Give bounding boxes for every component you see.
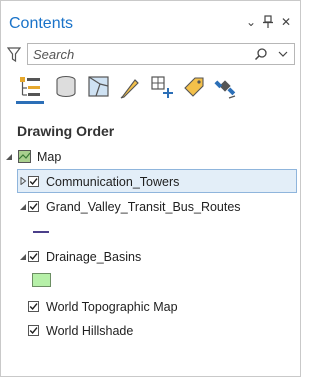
- collapse-toggle[interactable]: [19, 203, 27, 211]
- layer-label[interactable]: Drainage_Basins: [46, 250, 141, 264]
- pane-title-bar: Contents ⌄ ✕: [1, 1, 300, 39]
- expand-collapse-toggle[interactable]: [5, 153, 13, 161]
- pin-button[interactable]: [261, 15, 275, 32]
- list-by-drawing-order-icon[interactable]: [17, 74, 43, 100]
- layer-label[interactable]: Communication_Towers: [46, 175, 179, 189]
- layer-label[interactable]: World Hillshade: [46, 324, 133, 338]
- filter-icon[interactable]: [7, 46, 21, 64]
- search-input[interactable]: [33, 46, 233, 62]
- section-title: Drawing Order: [17, 123, 115, 139]
- map-icon: [18, 150, 31, 163]
- layer-visibility-checkbox[interactable]: [28, 251, 39, 262]
- options-menu-button[interactable]: ⌄: [244, 15, 258, 29]
- list-by-snapping-icon[interactable]: [149, 74, 175, 100]
- list-by-data-source-icon[interactable]: [53, 74, 79, 100]
- pane-title: Contents: [9, 15, 74, 32]
- check-icon: [29, 253, 38, 261]
- layer-visibility-checkbox[interactable]: [28, 201, 39, 212]
- list-by-selection-icon[interactable]: [86, 74, 112, 100]
- check-icon: [29, 203, 38, 211]
- pin-icon: [263, 15, 273, 28]
- contents-pane: Contents ⌄ ✕ Search Drawing Order Map Co…: [0, 0, 301, 377]
- list-by-editing-icon[interactable]: [117, 74, 143, 100]
- close-button[interactable]: ✕: [279, 15, 293, 29]
- line-symbol[interactable]: [33, 231, 49, 233]
- collapse-toggle[interactable]: [19, 253, 27, 261]
- layer-visibility-checkbox[interactable]: [28, 325, 39, 336]
- polygon-symbol[interactable]: [32, 273, 51, 287]
- search-icon[interactable]: [254, 47, 268, 61]
- list-by-labeling-icon[interactable]: [181, 74, 207, 100]
- chevron-down-icon[interactable]: [278, 48, 288, 60]
- search-box: [27, 43, 295, 65]
- layer-visibility-checkbox[interactable]: [28, 176, 39, 187]
- expand-toggle[interactable]: [19, 177, 27, 185]
- active-tab-indicator: [16, 101, 44, 104]
- check-icon: [29, 303, 38, 311]
- layer-label[interactable]: World Topographic Map: [46, 300, 178, 314]
- check-icon: [29, 178, 38, 186]
- layer-visibility-checkbox[interactable]: [28, 301, 39, 312]
- check-icon: [29, 327, 38, 335]
- map-label[interactable]: Map: [37, 150, 61, 164]
- list-by-perspective-imagery-icon[interactable]: [213, 74, 239, 100]
- layer-label[interactable]: Grand_Valley_Transit_Bus_Routes: [46, 200, 241, 214]
